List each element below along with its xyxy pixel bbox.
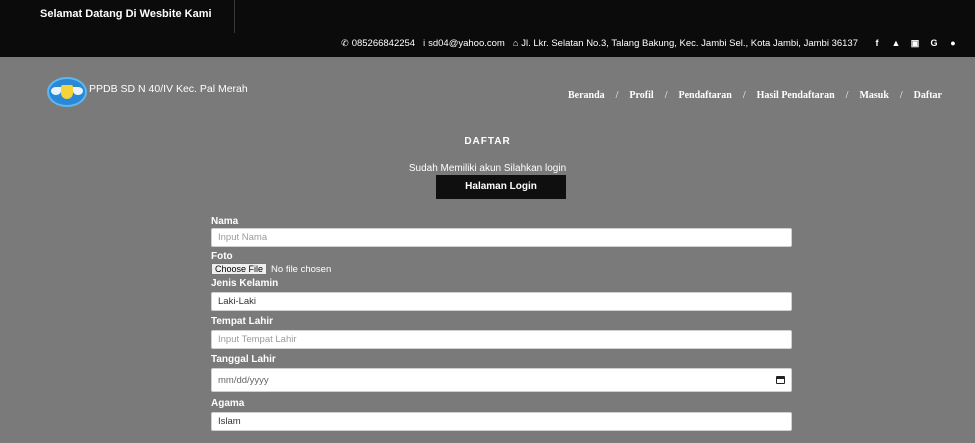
- email-address: sd04@yahoo.com: [428, 37, 505, 49]
- nav-separator: /: [742, 90, 746, 101]
- nav-profil[interactable]: Profil: [629, 90, 653, 101]
- brand-name[interactable]: PPDB SD N 40/IV Kec. Pal Merah: [89, 83, 248, 95]
- phone-number: 085266842254: [351, 37, 416, 49]
- nav-separator: /: [899, 90, 903, 101]
- jenis-kelamin-select[interactable]: Laki-Laki: [211, 292, 792, 311]
- phone-icon: ✆: [341, 37, 349, 48]
- email-item: i sd04@yahoo.com: [423, 38, 505, 49]
- top-bar: Selamat Datang Di Wesbite Kami ✆ 0852668…: [0, 0, 975, 57]
- agama-label: Agama: [211, 398, 245, 409]
- google-icon[interactable]: G: [926, 38, 942, 48]
- main-area: PPDB SD N 40/IV Kec. Pal Merah Beranda /…: [0, 57, 975, 443]
- tanggal-lahir-input[interactable]: mm/dd/yyyy: [211, 368, 792, 392]
- calendar-icon[interactable]: [776, 376, 785, 384]
- nav-pendaftaran[interactable]: Pendaftaran: [678, 90, 731, 101]
- date-placeholder: mm/dd/yyyy: [218, 374, 269, 386]
- registration-form: Nama Input Nama Foto Choose File No file…: [211, 216, 792, 431]
- login-hint: Sudah Memiliki akun Silahkan login: [408, 163, 567, 174]
- nav-daftar[interactable]: Daftar: [914, 90, 942, 101]
- nav-separator: /: [664, 90, 668, 101]
- foto-label: Foto: [211, 251, 233, 262]
- info-icon: i: [423, 38, 426, 48]
- tanggal-lahir-label: Tanggal Lahir: [211, 354, 276, 365]
- twitter-icon[interactable]: ▲: [888, 38, 904, 48]
- jenis-kelamin-label: Jenis Kelamin: [211, 278, 279, 289]
- file-status: No file chosen: [271, 263, 332, 275]
- nav-beranda[interactable]: Beranda: [568, 90, 605, 101]
- choose-file-button[interactable]: Choose File: [211, 263, 268, 275]
- foto-file-input: Choose File No file chosen: [211, 263, 792, 275]
- login-page-button[interactable]: Halaman Login: [436, 175, 566, 199]
- nama-label: Nama: [211, 216, 239, 227]
- agama-select[interactable]: Islam: [211, 412, 792, 431]
- page-title: DAFTAR: [464, 136, 511, 147]
- address-item: ⌂ Jl. Lkr. Selatan No.3, Talang Bakung, …: [513, 38, 858, 49]
- phone-item: ✆ 085266842254: [341, 38, 415, 49]
- nav-hasil-pendaftaran[interactable]: Hasil Pendaftaran: [757, 90, 835, 101]
- school-logo-icon[interactable]: [47, 77, 87, 107]
- contact-bar: ✆ 085266842254 i sd04@yahoo.com ⌂ Jl. Lk…: [341, 36, 961, 50]
- nav-separator: /: [615, 90, 619, 101]
- instagram-icon[interactable]: ▣: [907, 38, 923, 49]
- main-nav: Beranda / Profil / Pendaftaran / Hasil P…: [568, 90, 942, 101]
- nav-masuk[interactable]: Masuk: [859, 90, 888, 101]
- address-text: Jl. Lkr. Selatan No.3, Talang Bakung, Ke…: [521, 37, 858, 49]
- tempat-lahir-label: Tempat Lahir: [211, 316, 274, 327]
- github-icon[interactable]: ●: [945, 38, 961, 48]
- nav-separator: /: [845, 90, 849, 101]
- facebook-icon[interactable]: f: [869, 38, 885, 48]
- welcome-text: Selamat Datang Di Wesbite Kami: [33, 0, 235, 33]
- nama-input[interactable]: Input Nama: [211, 228, 792, 247]
- home-icon: ⌂: [512, 38, 519, 48]
- tempat-lahir-input[interactable]: Input Tempat Lahir: [211, 330, 792, 349]
